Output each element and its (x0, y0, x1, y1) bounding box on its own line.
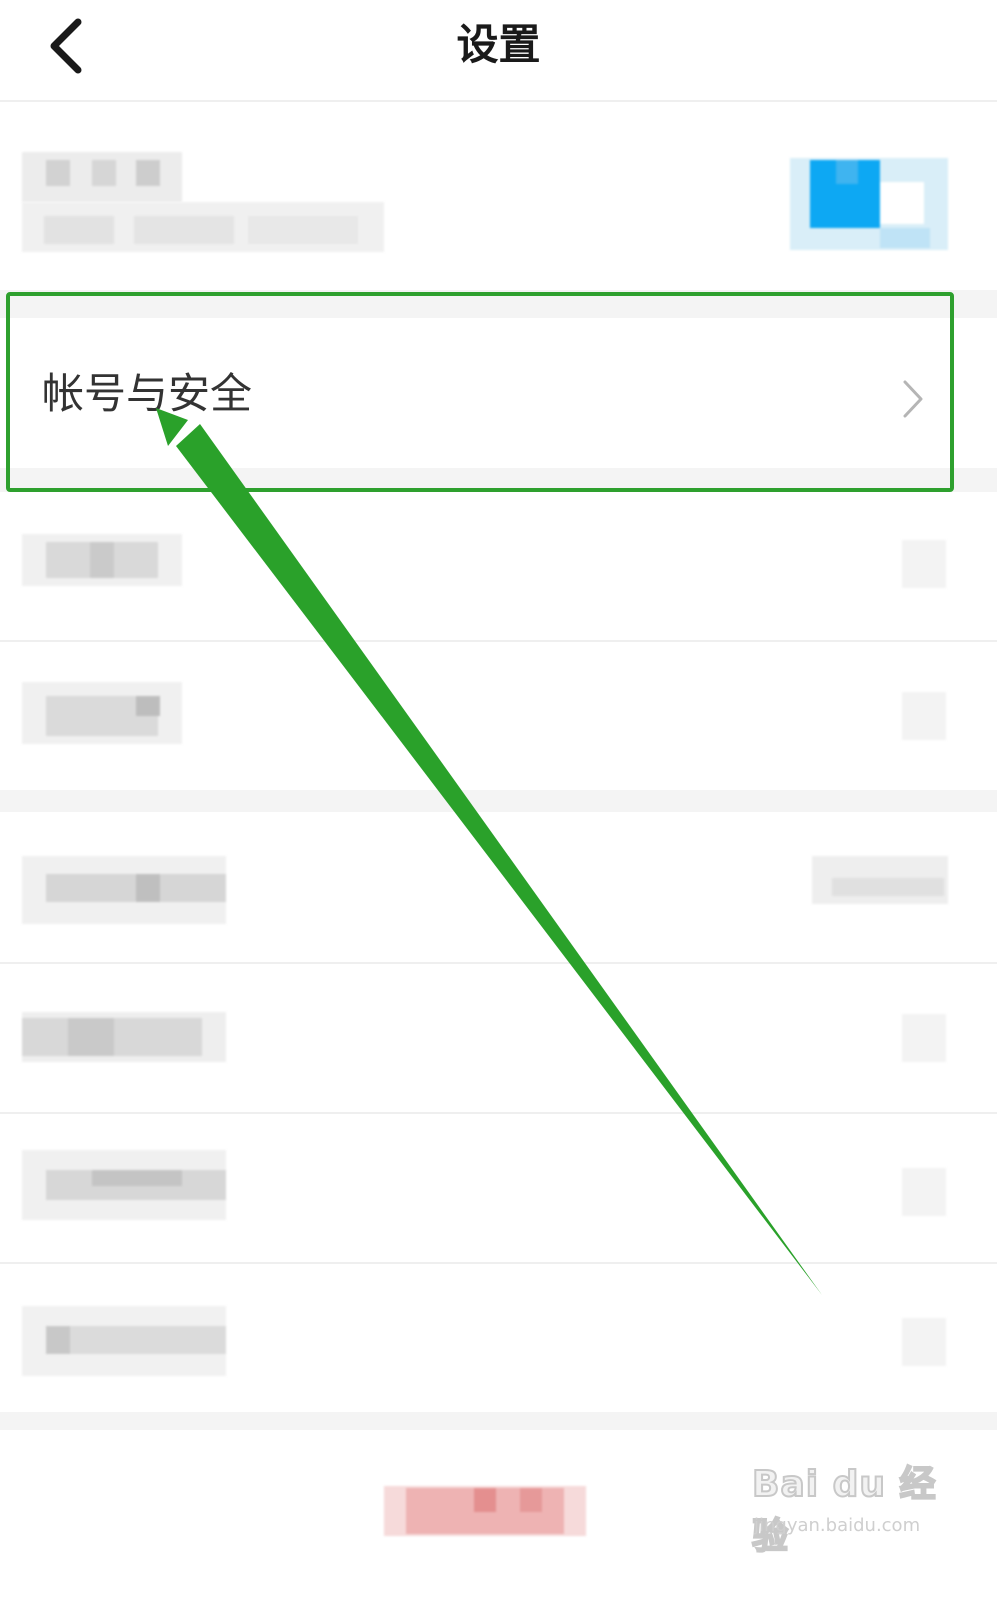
account-security-row[interactable]: 帐号与安全 (0, 318, 997, 468)
row-value-redacted (812, 856, 948, 904)
row-chevron-redacted (902, 1168, 946, 1216)
row-chevron-redacted (902, 1318, 946, 1366)
section-gap (0, 468, 997, 492)
chevron-left-icon (50, 18, 82, 74)
row-label-redacted (22, 1306, 226, 1376)
page-title: 设置 (456, 20, 541, 69)
profile-qr-badge-redacted[interactable] (790, 158, 948, 250)
profile-row[interactable] (0, 102, 997, 280)
section-gap (0, 1412, 997, 1432)
settings-row-redacted[interactable] (0, 812, 997, 962)
settings-row-redacted[interactable] (0, 964, 997, 1112)
bottom-area (0, 1430, 997, 1600)
profile-subtitle-redacted (22, 202, 384, 252)
account-security-chevron (897, 378, 927, 420)
row-label-redacted (22, 1012, 226, 1062)
row-label-redacted (22, 1150, 226, 1220)
nav-header: 设置 (0, 0, 997, 102)
row-chevron-redacted (902, 1014, 946, 1062)
settings-row-redacted[interactable] (0, 642, 997, 790)
row-chevron-redacted (902, 540, 946, 588)
row-label-redacted (22, 682, 182, 744)
logout-button-redacted[interactable] (384, 1486, 586, 1536)
account-security-label: 帐号与安全 (42, 369, 253, 418)
profile-name-redacted (22, 152, 182, 202)
settings-row-redacted[interactable] (0, 1264, 997, 1412)
row-chevron-redacted (902, 692, 946, 740)
settings-row-redacted[interactable] (0, 492, 997, 640)
settings-row-redacted[interactable] (0, 1114, 997, 1262)
row-label-redacted (22, 534, 182, 586)
row-label-redacted (22, 856, 226, 924)
back-button[interactable] (40, 14, 96, 78)
chevron-right-icon (903, 380, 923, 418)
section-gap (0, 290, 997, 318)
section-gap (0, 790, 997, 812)
